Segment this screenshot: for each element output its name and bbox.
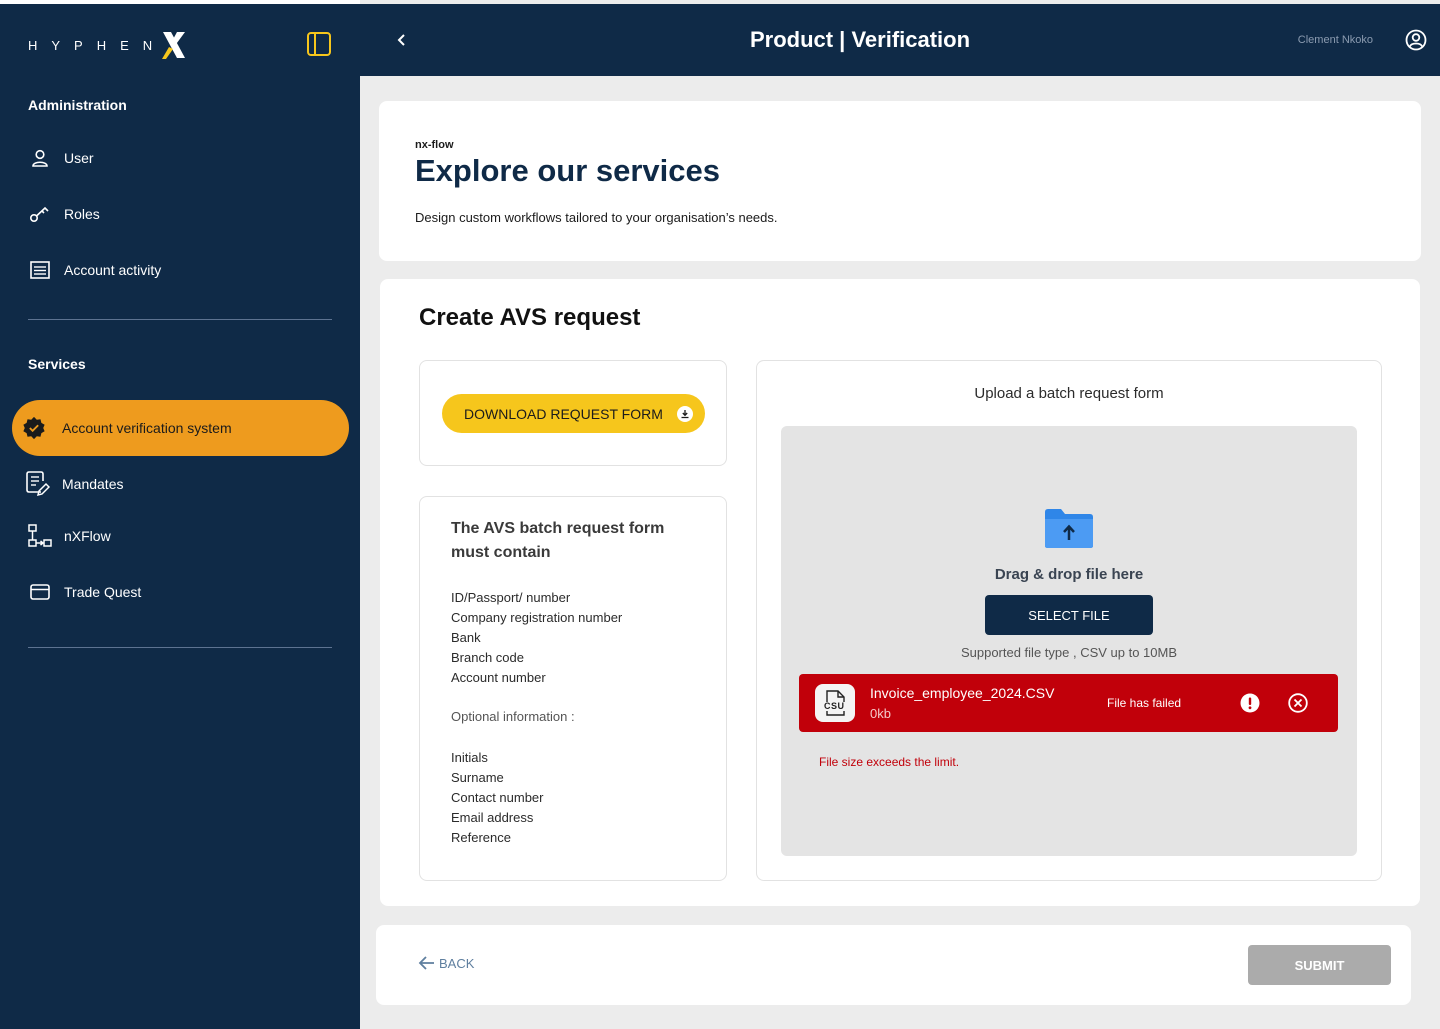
hero-card: nx-flow Explore our services Design cust… <box>379 101 1421 261</box>
sidebar-item-mandates[interactable]: Mandates <box>26 464 326 504</box>
sidebar-item-label: Mandates <box>62 476 124 492</box>
sidebar-item-account-activity[interactable]: Account activity <box>28 250 328 290</box>
csv-icon-label: CSU <box>824 701 845 711</box>
requirements-title: The AVS batch request form must contain <box>451 520 665 561</box>
page-title: Product | Verification <box>749 27 971 52</box>
file-error-message: File size exceeds the limit. <box>819 755 960 769</box>
sidebar-item-user[interactable]: User <box>28 138 328 178</box>
select-file-button[interactable]: SELECT FILE <box>985 595 1153 635</box>
alert-icon <box>1240 693 1260 713</box>
download-request-form-button[interactable]: DOWNLOAD REQUEST FORM <box>442 394 705 433</box>
verified-badge-icon <box>22 416 46 440</box>
user-name[interactable]: Clement Nkoko <box>1298 34 1373 46</box>
upload-title: Upload a batch request form <box>974 385 1164 402</box>
arrow-left-icon <box>418 956 434 970</box>
download-icon <box>677 406 693 422</box>
list-item: Reference <box>451 830 511 845</box>
sidebar-item-account-verification[interactable]: Account verification system <box>12 400 349 456</box>
top-header: Product | Verification Clement Nkoko <box>360 4 1440 76</box>
remove-file-icon[interactable] <box>1288 693 1308 713</box>
document-edit-icon <box>26 471 50 497</box>
sidebar-item-label: Trade Quest <box>64 584 142 600</box>
footer-bar: BACK SUBMIT <box>376 925 1411 1005</box>
sidebar-divider <box>28 319 332 320</box>
download-box: DOWNLOAD REQUEST FORM <box>419 360 727 466</box>
section-heading: Create AVS request <box>419 304 641 331</box>
optional-fields-list: Initials Surname Contact number Email ad… <box>451 748 544 848</box>
required-fields-list: ID/Passport/ number Company registration… <box>451 588 622 688</box>
list-item: Surname <box>451 770 504 785</box>
list-item: Company registration number <box>451 610 623 625</box>
list-item: ID/Passport/ number <box>451 590 571 605</box>
list-item: Email address <box>451 810 534 825</box>
csv-file-icon: CSU <box>815 684 855 722</box>
list-item: Bank <box>451 630 481 645</box>
list-item: Initials <box>451 750 488 765</box>
supported-file-text: Supported file type , CSV up to 10MB <box>960 645 1178 660</box>
hero-subtitle: Design custom workflows tailored to your… <box>415 210 778 225</box>
uploaded-file-row: CSU Invoice_employee_2024.CSV 0kb File h… <box>799 674 1338 732</box>
sidebar-item-trade-quest[interactable]: Trade Quest <box>28 572 328 612</box>
section-title-services: Services <box>28 356 86 372</box>
list-item: Branch code <box>451 650 524 665</box>
file-status: File has failed <box>1107 696 1182 710</box>
section-title-administration: Administration <box>28 97 127 113</box>
back-label: BACK <box>439 955 475 971</box>
sidebar-item-label: Account verification system <box>62 420 232 436</box>
download-button-label: DOWNLOAD REQUEST FORM <box>464 405 663 422</box>
file-size: 0kb <box>870 706 891 721</box>
list-item: Account number <box>451 670 546 685</box>
submit-button[interactable]: SUBMIT <box>1248 945 1391 985</box>
sidebar-item-label: User <box>64 150 94 166</box>
file-name: Invoice_employee_2024.CSV <box>870 685 1055 701</box>
key-icon <box>28 202 52 226</box>
requirements-box: The AVS batch request form must contain … <box>419 496 727 881</box>
sidebar: HYPHEN Administration User Roles Account… <box>0 0 360 1029</box>
panel-toggle-icon[interactable] <box>306 31 332 57</box>
user-icon <box>28 146 52 170</box>
optional-info-title: Optional information : <box>451 709 575 724</box>
list-item: Contact number <box>451 790 544 805</box>
activity-log-icon <box>28 258 52 282</box>
sidebar-item-label: nXFlow <box>64 528 111 544</box>
card-icon <box>28 580 52 604</box>
hero-kicker: nx-flow <box>415 139 454 151</box>
user-avatar-icon[interactable] <box>1404 28 1428 52</box>
hyphenx-logo[interactable]: HYPHEN <box>28 30 188 60</box>
flow-icon <box>28 524 52 548</box>
sidebar-item-label: Account activity <box>64 262 162 278</box>
file-drop-zone[interactable]: Drag & drop file here SELECT FILE Suppor… <box>781 426 1357 856</box>
hero-title: Explore our services <box>415 153 720 188</box>
logo-x-icon <box>162 32 186 59</box>
logo-text: HYPHEN <box>28 37 167 53</box>
sidebar-item-roles[interactable]: Roles <box>28 194 328 234</box>
sidebar-item-label: Roles <box>64 206 100 222</box>
sidebar-item-nxflow[interactable]: nXFlow <box>28 516 328 556</box>
drag-drop-text: Drag & drop file here <box>994 566 1144 583</box>
back-button[interactable]: BACK <box>418 955 474 971</box>
folder-upload-icon <box>1045 509 1093 548</box>
upload-box: Upload a batch request form Drag & drop … <box>756 360 1382 881</box>
sidebar-divider <box>28 647 332 648</box>
create-avs-card: Create AVS request DOWNLOAD REQUEST FORM… <box>380 279 1420 906</box>
